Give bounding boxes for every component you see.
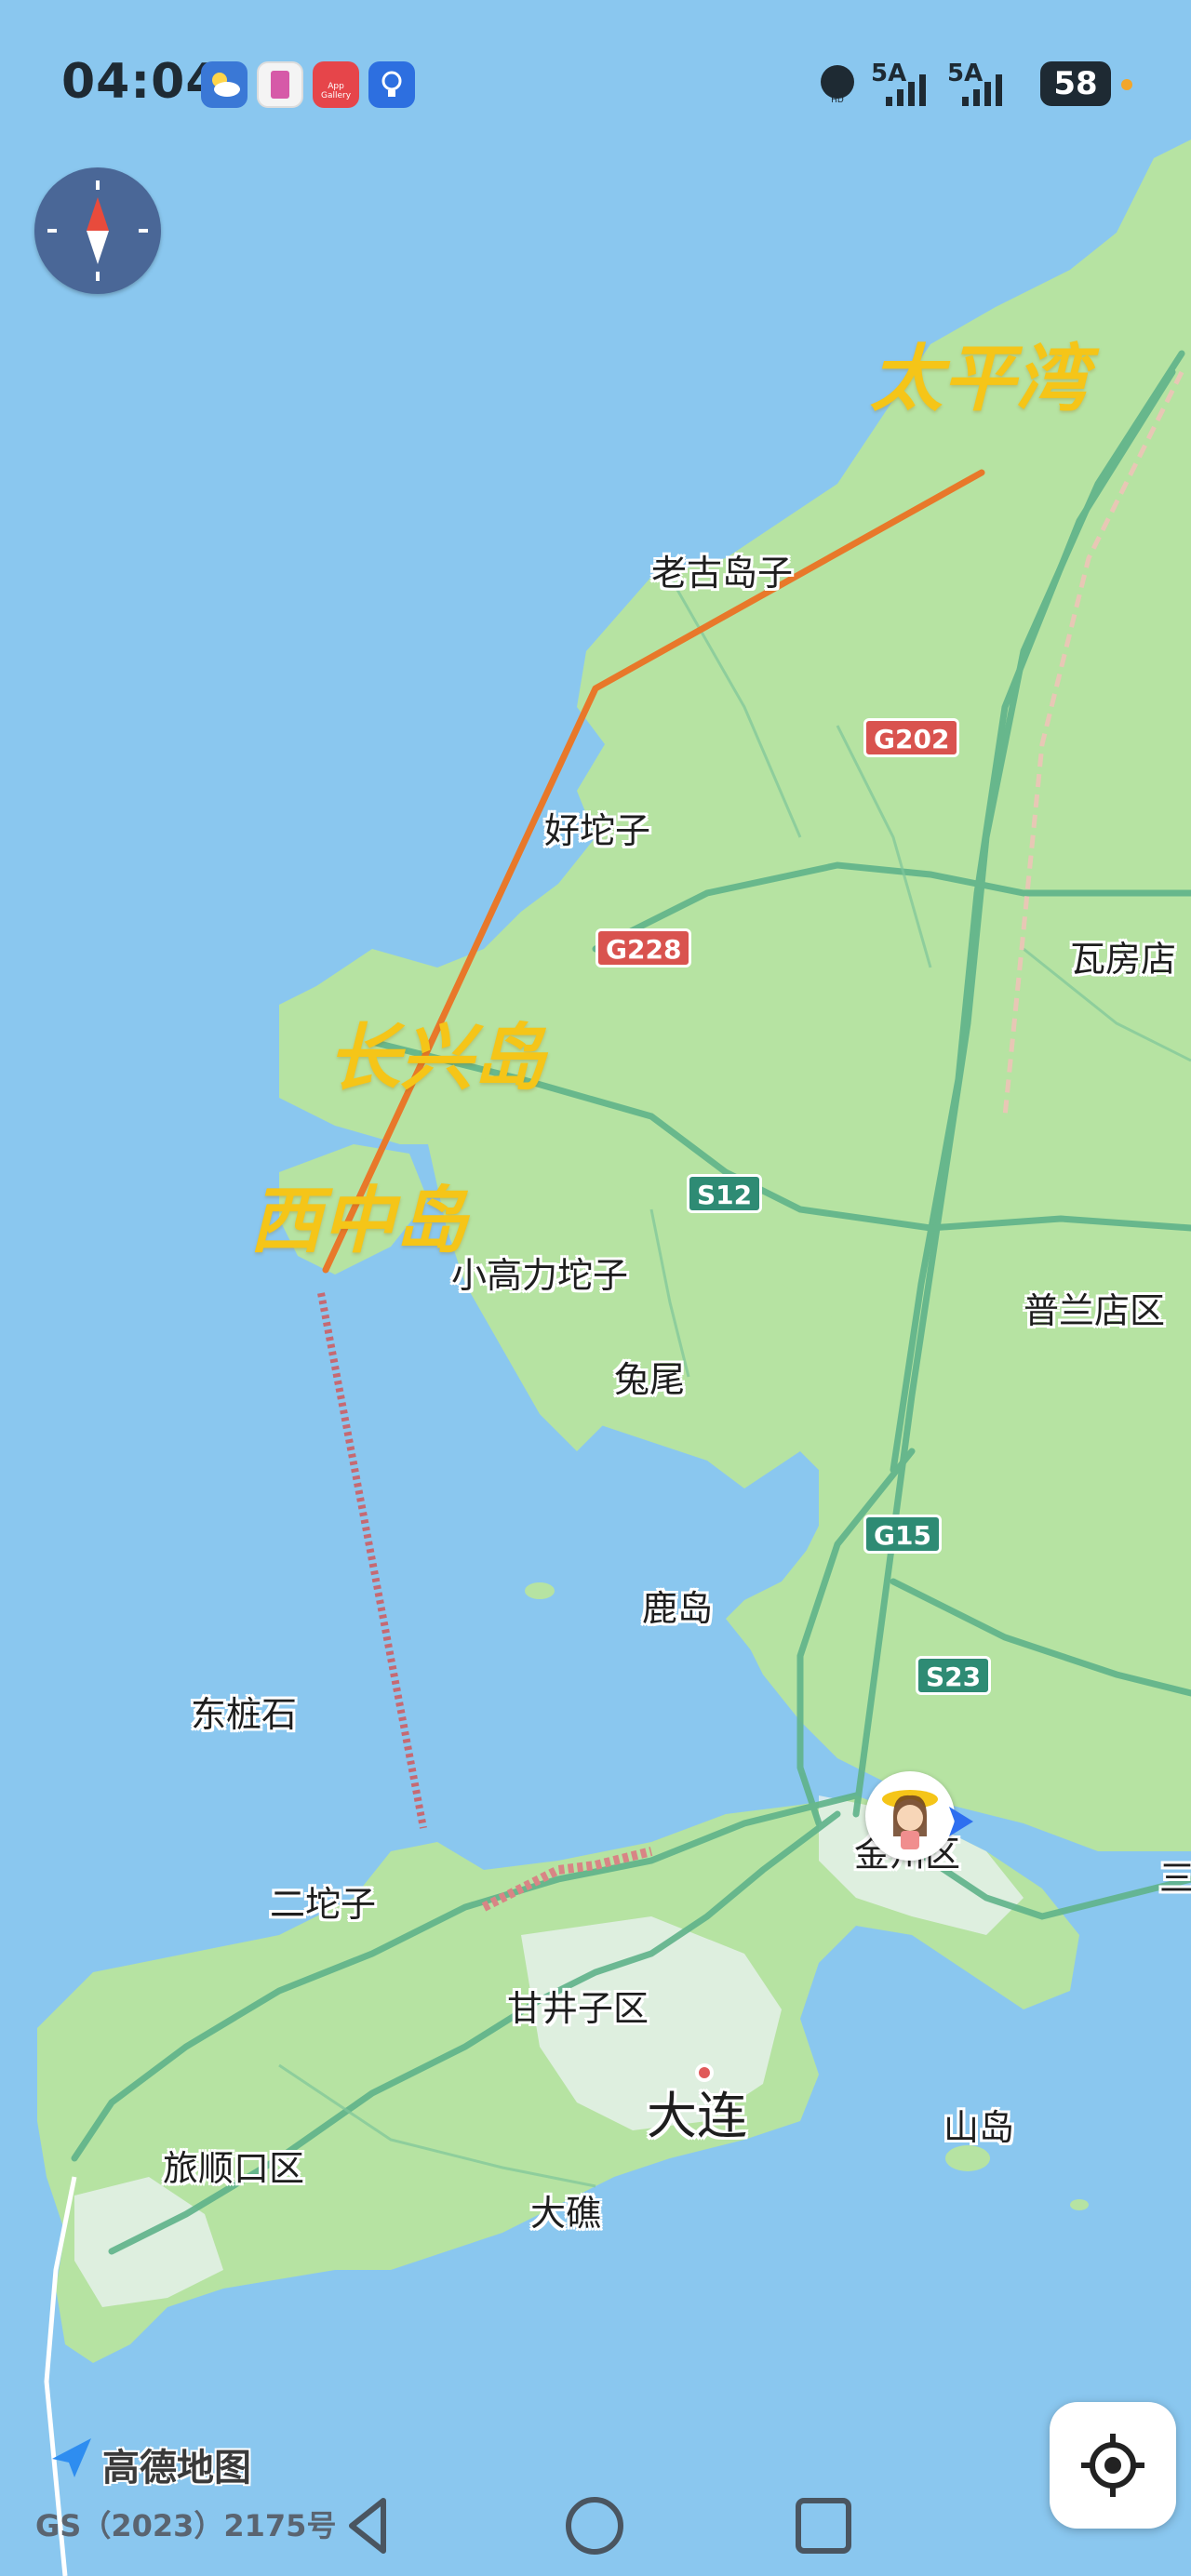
- road-shield-s12[interactable]: S12: [687, 1174, 763, 1213]
- locate-button[interactable]: [1050, 2402, 1176, 2529]
- place-label[interactable]: 甘井子区: [507, 1980, 649, 2031]
- place-label[interactable]: 山岛: [943, 2099, 1014, 2150]
- app-gallery-label: App Gallery: [320, 82, 352, 100]
- avatar-icon: [882, 1790, 938, 1849]
- place-label[interactable]: 老古岛子: [651, 544, 793, 595]
- place-label[interactable]: 大礁: [530, 2184, 601, 2236]
- svg-text:HD: HD: [831, 96, 844, 105]
- heading-arrow-icon: [949, 1807, 973, 1836]
- amap-logo-icon: [52, 2438, 91, 2477]
- annotation-taipingwan: 太平湾: [870, 338, 1089, 421]
- weather-icon: [201, 61, 248, 108]
- annotation-xizhongdao: 西中岛: [249, 1180, 468, 1263]
- notes-icon: [257, 61, 303, 108]
- locate-icon: [1081, 2434, 1144, 2497]
- map-license-code: GS（2023）2175号: [35, 2508, 337, 2543]
- recents-icon[interactable]: [791, 2493, 856, 2558]
- island-small: [525, 1582, 555, 1599]
- island-small-2: [1070, 2199, 1089, 2210]
- user-location-avatar[interactable]: [865, 1771, 955, 1861]
- bulb-icon: [368, 61, 415, 108]
- brand-name: 高德地图: [102, 2447, 251, 2489]
- status-bar: 04:04 App Gallery HD 5A 5A 58: [0, 0, 1191, 167]
- place-label-city[interactable]: 大连: [647, 2075, 747, 2148]
- app-gallery-icon: App Gallery: [313, 61, 359, 108]
- compass-icon: [47, 180, 148, 281]
- place-label[interactable]: 三: [1159, 1849, 1191, 1901]
- road-shield-g202[interactable]: G202: [863, 718, 960, 757]
- place-label[interactable]: 小高力坨子: [451, 1247, 628, 1298]
- road-shield-g228[interactable]: G228: [596, 928, 692, 968]
- home-icon[interactable]: [562, 2493, 627, 2558]
- place-label[interactable]: 瓦房店: [1070, 930, 1176, 981]
- compass-button[interactable]: [34, 167, 161, 294]
- place-label[interactable]: 鹿岛: [642, 1580, 713, 1631]
- status-time: 04:04: [61, 54, 221, 110]
- road-shield-s23[interactable]: S23: [916, 1656, 992, 1695]
- charging-icon: [1121, 79, 1132, 90]
- signal-bars-icon-2: [962, 74, 1002, 106]
- hd-call-icon: HD: [821, 65, 854, 105]
- road-shield-g15[interactable]: G15: [863, 1515, 942, 1554]
- annotation-changxingdao: 长兴岛: [328, 1017, 546, 1101]
- back-icon[interactable]: [335, 2493, 400, 2558]
- place-label[interactable]: 好坨子: [544, 802, 650, 853]
- place-label[interactable]: 普兰店区: [1024, 1282, 1165, 1333]
- place-label[interactable]: 兔尾: [614, 1351, 685, 1402]
- place-label[interactable]: 二坨子: [270, 1875, 376, 1927]
- place-label[interactable]: 旅顺口区: [163, 2140, 304, 2191]
- battery-indicator: 58: [1040, 61, 1111, 106]
- map-screen: 04:04 App Gallery HD 5A 5A 58 太平湾 长兴岛 西中…: [0, 0, 1191, 2576]
- place-label[interactable]: 东桩石: [191, 1686, 297, 1737]
- signal-bars-icon: [886, 74, 926, 106]
